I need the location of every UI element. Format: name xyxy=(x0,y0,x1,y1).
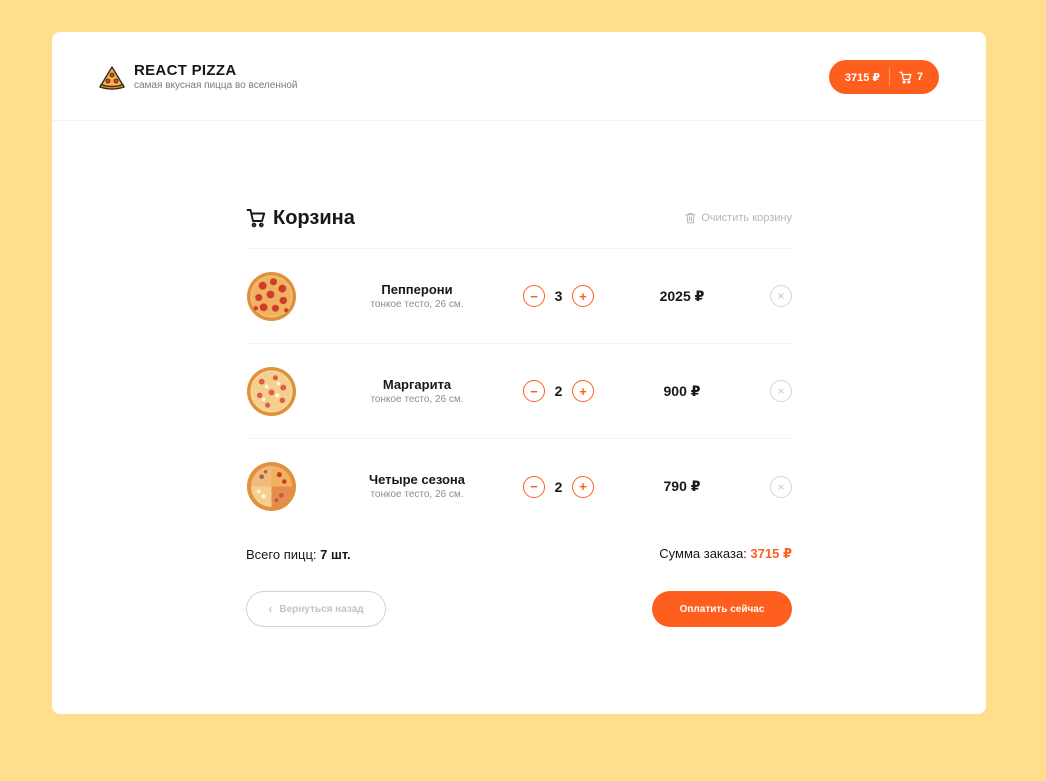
pizza-image-four-seasons xyxy=(246,461,297,512)
decrease-button[interactable]: − xyxy=(523,285,545,307)
increase-button[interactable]: + xyxy=(572,285,594,307)
remove-item-button[interactable]: × xyxy=(770,285,792,307)
cart-item: Маргарита тонкое тесто, 26 см. − 2 + 900… xyxy=(246,344,792,439)
trash-icon xyxy=(685,213,696,224)
item-price: 790 ₽ xyxy=(663,478,701,494)
pizza-logo-icon xyxy=(99,65,125,90)
remove-item-button[interactable]: × xyxy=(770,380,792,402)
item-quantity-stepper: − 3 + xyxy=(523,285,594,307)
increase-button[interactable]: + xyxy=(572,380,594,402)
item-price: 900 ₽ xyxy=(663,382,701,399)
total-pizzas: Всего пицц: 7 шт. xyxy=(246,547,351,562)
header-cart-divider xyxy=(889,68,891,86)
logo[interactable]: REACT PIZZA самая вкусная пицца во вселе… xyxy=(98,62,298,93)
order-sum-label: Сумма заказа: xyxy=(659,546,747,561)
total-pizzas-label: Всего пицц: xyxy=(246,546,317,562)
pay-now-label: Оплатить сейчас xyxy=(679,603,765,615)
cart-items: Пепперони тонкое тесто, 26 см. − 3 + 202… xyxy=(246,249,792,534)
cart-top: Корзина Очистить корзину xyxy=(246,206,792,230)
item-count: 2 xyxy=(554,478,563,495)
logo-title: REACT PIZZA xyxy=(134,62,237,79)
go-back-button[interactable]: ‹ Вернуться назад xyxy=(246,591,386,627)
header: REACT PIZZA самая вкусная пицца во вселе… xyxy=(52,32,986,121)
cart-section: Корзина Очистить корзину Пепперони тонко… xyxy=(246,206,792,627)
cart-actions: ‹ Вернуться назад Оплатить сейчас xyxy=(246,591,792,627)
go-back-label: Вернуться назад xyxy=(279,603,364,615)
item-count: 3 xyxy=(554,288,563,304)
item-description: тонкое тесто, 26 см. xyxy=(370,489,464,500)
cart-item: Четыре сезона тонкое тесто, 26 см. − 2 +… xyxy=(246,439,792,534)
item-description: тонкое тесто, 26 см. xyxy=(370,298,464,310)
item-description: тонкое тесто, 26 см. xyxy=(370,393,464,405)
total-pizzas-value: 7 шт. xyxy=(320,546,351,562)
item-info: Четыре сезона тонкое тесто, 26 см. xyxy=(346,472,488,501)
decrease-button[interactable]: − xyxy=(523,475,545,498)
header-cart-count: 7 xyxy=(917,71,924,83)
item-quantity-stepper: − 2 + xyxy=(523,475,594,498)
pizza-image-margherita xyxy=(246,366,297,416)
increase-button[interactable]: + xyxy=(572,475,594,498)
order-sum-value: 3715 ₽ xyxy=(750,546,792,561)
order-sum: Сумма заказа: 3715 ₽ xyxy=(659,546,792,562)
pizza-image-pepperoni xyxy=(246,271,297,321)
pay-now-button[interactable]: Оплатить сейчас xyxy=(652,591,792,627)
cart-item: Пепперони тонкое тесто, 26 см. − 3 + 202… xyxy=(246,249,792,344)
item-price: 2025 ₽ xyxy=(659,287,705,304)
clear-cart-label: Очистить корзину xyxy=(701,212,792,224)
header-cart-button[interactable]: 3715 ₽ 7 xyxy=(829,60,939,94)
cart-icon xyxy=(899,71,912,84)
item-info: Маргарита тонкое тесто, 26 см. xyxy=(346,377,488,406)
remove-item-button[interactable]: × xyxy=(770,475,792,498)
item-name: Маргарита xyxy=(382,376,452,392)
logo-subtitle: самая вкусная пицца во вселенной xyxy=(134,80,298,91)
item-info: Пепперони тонкое тесто, 26 см. xyxy=(346,282,488,311)
clear-cart-button[interactable]: Очистить корзину xyxy=(685,212,792,224)
item-quantity-stepper: − 2 + xyxy=(523,380,594,402)
item-count: 2 xyxy=(554,383,563,399)
cart-icon xyxy=(246,209,266,228)
item-name: Пепперони xyxy=(381,281,453,297)
app-container: REACT PIZZA самая вкусная пицца во вселе… xyxy=(52,32,986,714)
cart-summary: Всего пицц: 7 шт. Сумма заказа: 3715 ₽ xyxy=(246,546,792,562)
item-name: Четыре сезона xyxy=(368,472,466,487)
decrease-button[interactable]: − xyxy=(523,380,545,402)
cart-title: Корзина xyxy=(246,207,355,230)
header-cart-total: 3715 ₽ xyxy=(844,71,881,84)
cart-title-text: Корзина xyxy=(273,206,355,229)
chevron-left-icon: ‹ xyxy=(268,602,273,616)
